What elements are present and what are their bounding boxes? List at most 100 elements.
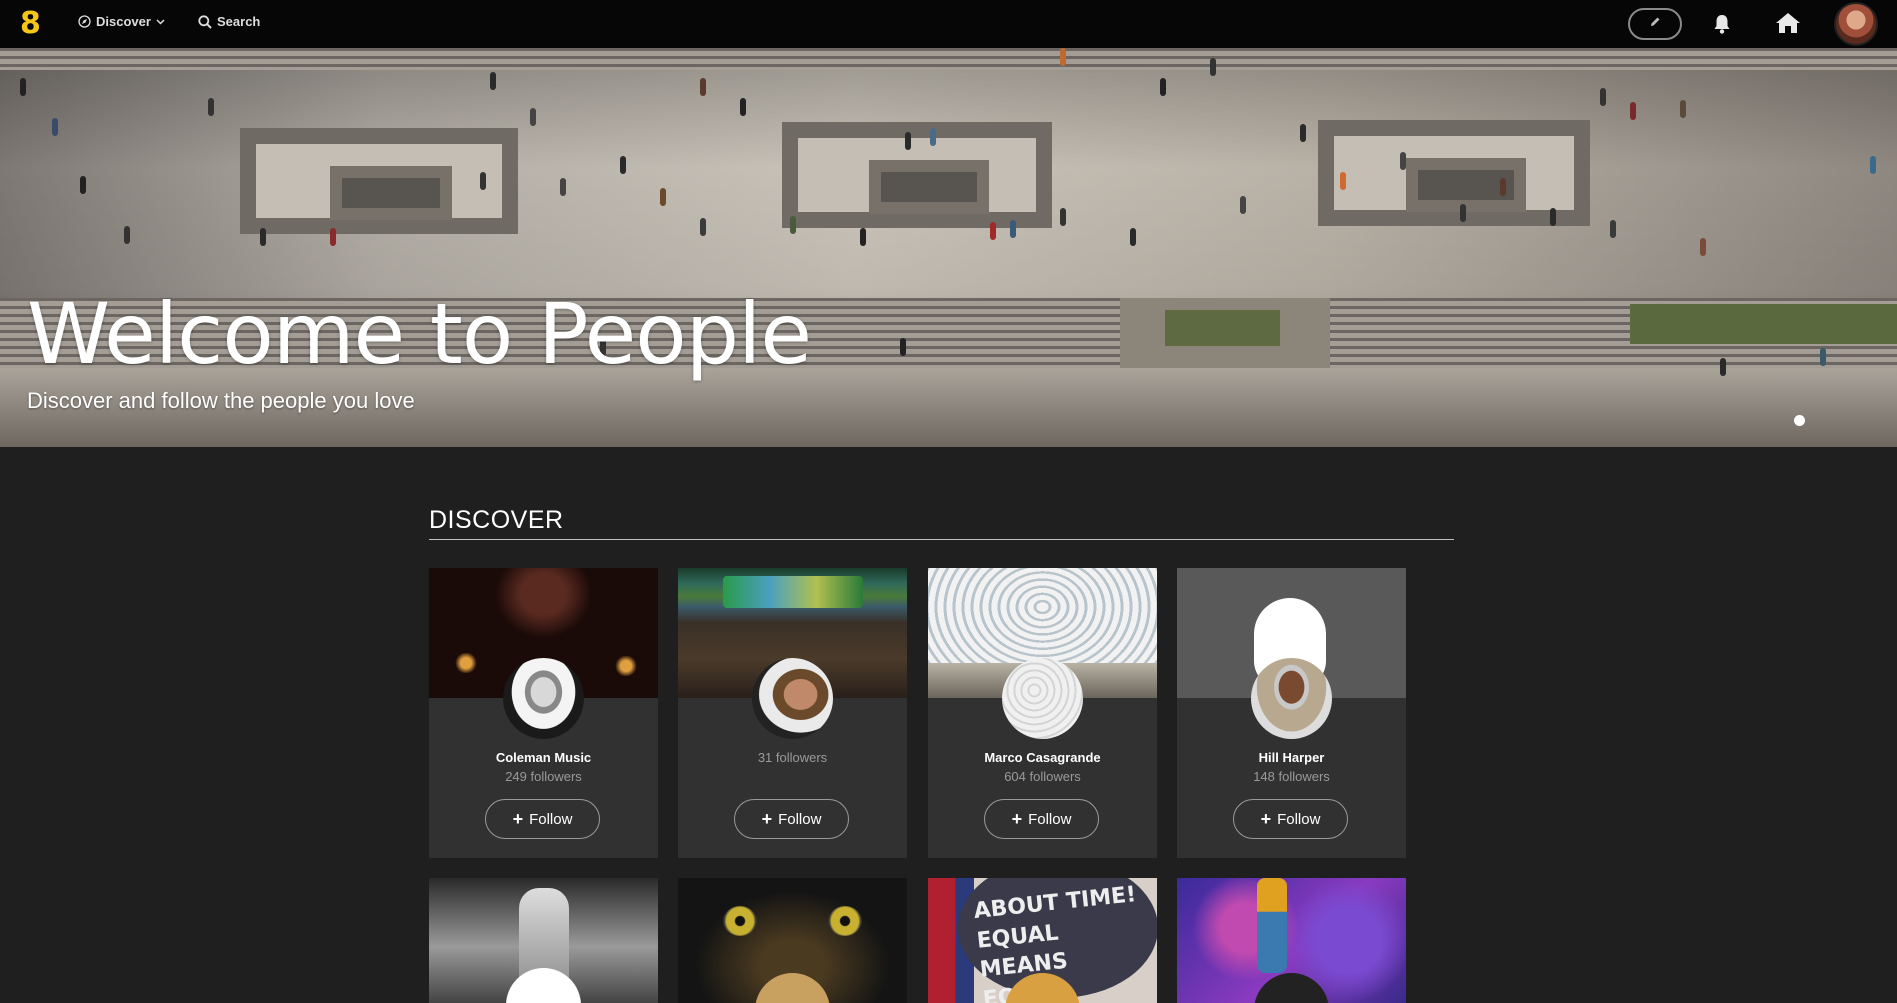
nav-search-label: Search [217,14,261,29]
stage-light [451,653,481,673]
pencil-icon [1649,15,1661,33]
plaza-tile [782,122,1052,228]
crowd-figure [1210,58,1216,76]
crowd-figure [860,228,866,246]
cat-eye [723,906,757,936]
crowd-figure [530,108,536,126]
profile-card[interactable]: Hill Harper 148 followers + Follow [1177,568,1406,858]
hero-subtitle: Discover and follow the people you love [27,388,415,413]
profile-card[interactable]: Marco Casagrande 604 followers + Follow [928,568,1157,858]
crowd-figure [740,98,746,116]
user-avatar[interactable] [1834,2,1878,46]
stage-light [611,656,641,676]
mural [723,576,863,608]
crowd-figure [124,226,130,244]
crowd-figure [1870,156,1876,174]
crowd-figure [1630,102,1636,120]
profile-card[interactable] [678,878,907,1003]
crowd-figure [330,228,336,246]
home-icon[interactable] [1775,12,1801,39]
compose-button[interactable] [1628,8,1682,40]
crowd-figure [208,98,214,116]
profile-name[interactable]: Coleman Music [429,750,658,765]
crowd-figure [490,72,496,90]
plaza-steps [0,48,1897,70]
search-icon [198,14,212,29]
plus-icon: + [1011,809,1023,829]
follow-label: Follow [778,810,822,828]
crowd-figure [20,78,26,96]
section-title-discover: DISCOVER [429,506,564,534]
nav-discover-menu[interactable]: Discover [78,14,165,29]
follow-button[interactable]: + Follow [1233,799,1348,839]
crowd-figure [1550,208,1556,226]
plaza-tile [240,128,518,234]
carousel-indicator[interactable] [1794,415,1805,426]
crowd-figure [1720,358,1726,376]
profile-card[interactable] [1177,878,1406,1003]
crowd-figure [900,338,906,356]
crowd-figure [1340,172,1346,190]
follow-button[interactable]: + Follow [734,799,849,839]
nav-discover-label: Discover [96,14,151,29]
follow-button[interactable]: + Follow [485,799,600,839]
card-cover-image [1257,878,1287,973]
profile-card[interactable] [429,878,658,1003]
crowd-figure [1460,204,1466,222]
profile-follower-count: 604 followers [1004,769,1081,784]
section-divider [429,539,1454,540]
follow-label: Follow [529,810,573,828]
crowd-figure [1610,220,1616,238]
crowd-figure [1700,238,1706,256]
profile-avatar[interactable] [755,973,830,1003]
profile-follower-count: 31 followers [757,750,828,765]
hero-title: Welcome to People [27,285,812,383]
profile-name[interactable]: Marco Casagrande [928,750,1157,765]
crowd-figure [80,176,86,194]
crowd-figure [1130,228,1136,246]
plaza-planter [1630,304,1897,344]
crowd-figure [905,132,911,150]
cat-eye [828,906,862,936]
app-logo[interactable]: 8 [20,6,41,42]
profile-avatar[interactable] [503,658,584,739]
crowd-figure [930,128,936,146]
bell-icon[interactable] [1712,13,1732,40]
profile-card[interactable]: Coleman Music 249 followers + Follow [429,568,658,858]
crowd-figure [1300,124,1306,142]
crowd-figure [1820,348,1826,366]
crowd-figure [990,222,996,240]
crowd-figure [260,228,266,246]
crowd-figure [52,118,58,136]
crowd-figure [620,156,626,174]
discover-compass-icon [78,15,91,28]
profile-follower-count: 148 followers [1253,769,1330,784]
crowd-figure [660,188,666,206]
crowd-figure [700,78,706,96]
follow-label: Follow [1277,810,1321,828]
crowd-figure [560,178,566,196]
crowd-figure [1060,48,1066,66]
profile-avatar[interactable] [1251,658,1332,739]
profile-avatar[interactable] [1254,973,1329,1003]
crowd-figure [1160,78,1166,96]
profile-avatar[interactable] [752,658,833,739]
nav-search[interactable]: Search [198,14,260,29]
plus-icon: + [1260,809,1272,829]
follow-button[interactable]: + Follow [984,799,1099,839]
crowd-figure [790,216,796,234]
crowd-figure [1240,196,1246,214]
crowd-figure [1680,100,1686,118]
follow-label: Follow [1028,810,1072,828]
crowd-figure [1600,88,1606,106]
hero-banner: Welcome to People Discover and follow th… [0,48,1897,447]
profile-name[interactable]: Hill Harper [1177,750,1406,765]
plus-icon: + [761,809,773,829]
profile-avatar[interactable] [506,968,581,1003]
profile-card[interactable]: ABOUT TIME! EQUAL MEANS EQUAL [928,878,1157,1003]
chevron-down-icon [156,18,165,25]
profile-card[interactable]: 31 followers + Follow [678,568,907,858]
profile-avatar[interactable] [1002,658,1083,739]
crowd-figure [480,172,486,190]
plaza-planter [1165,310,1280,346]
